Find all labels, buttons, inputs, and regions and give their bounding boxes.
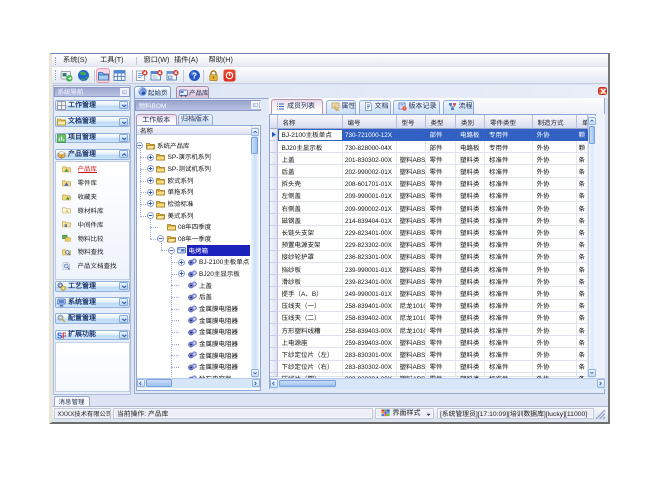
svg-text:P: P [62, 331, 66, 340]
svg-text:?: ? [192, 72, 197, 81]
svg-text:a: a [64, 223, 67, 228]
